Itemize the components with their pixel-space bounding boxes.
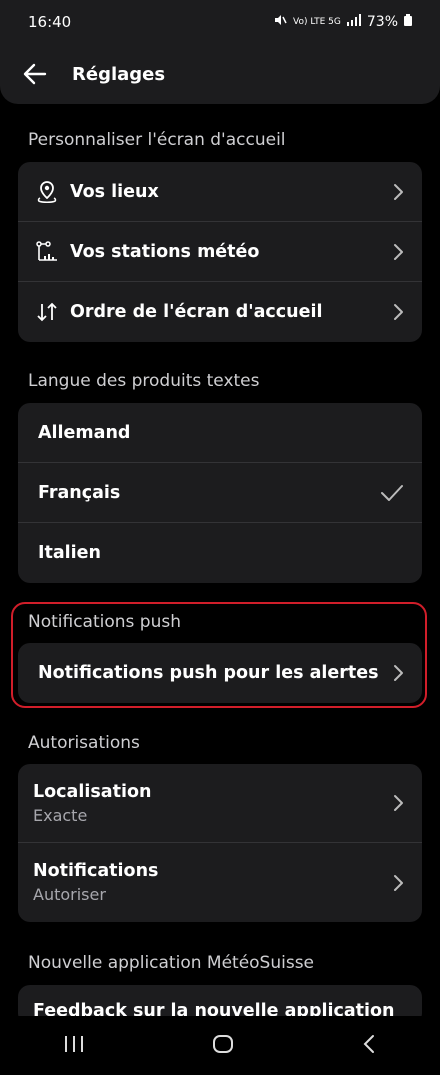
home-icon[interactable] — [212, 1033, 234, 1059]
location-pin-icon — [34, 179, 60, 205]
checkmark-icon — [381, 484, 403, 501]
network-text: Vo) LTE 5G — [293, 17, 341, 27]
row-label: Ordre de l'écran d'accueil — [70, 302, 323, 322]
chevron-right-icon — [394, 304, 403, 320]
row-label: Localisation — [33, 781, 152, 802]
section-title-push: Notifications push — [28, 612, 181, 632]
battery-icon — [404, 14, 412, 30]
recent-apps-icon[interactable] — [63, 1034, 85, 1058]
status-bar: 16:40 Vo) LTE 5G 73% — [0, 0, 440, 44]
row-label: Notifications — [33, 861, 159, 881]
status-time: 16:40 — [28, 13, 72, 31]
row-value: Autoriser — [33, 885, 106, 904]
page-title: Réglages — [72, 63, 166, 85]
battery-text: 73% — [366, 14, 398, 30]
row-push-alertes[interactable]: Notifications push pour les alertes — [18, 643, 422, 703]
row-value: Exacte — [33, 805, 88, 825]
section-title-authorisations: Autorisations — [28, 733, 140, 753]
chevron-right-icon — [394, 874, 403, 891]
row-label: Italien — [38, 543, 102, 563]
chevron-right-icon — [394, 665, 403, 681]
weather-station-icon — [34, 239, 60, 265]
row-localisation[interactable]: Localisation Exacte — [18, 764, 422, 843]
row-vos-stations[interactable]: Vos stations météo — [18, 222, 422, 282]
chevron-right-icon — [394, 795, 403, 811]
back-nav-icon[interactable] — [361, 1033, 377, 1059]
section-title-language: Langue des produits textes — [28, 371, 260, 391]
row-label: Vos stations météo — [70, 241, 260, 262]
chevron-right-icon — [394, 183, 403, 200]
row-language-allemand[interactable]: Allemand — [18, 403, 422, 463]
status-icons: Vo) LTE 5G 73% — [273, 13, 412, 31]
card-authorisations: Localisation Exacte Notifications Autori… — [18, 764, 422, 922]
app-header: Réglages — [0, 44, 440, 104]
signal-icon — [346, 14, 361, 30]
row-label: Allemand — [38, 422, 131, 443]
card-home: Vos lieux Vos stations météo Ordre de l'… — [18, 162, 422, 342]
row-label: Notifications push pour les alertes — [38, 663, 379, 683]
back-arrow-icon[interactable] — [20, 59, 50, 89]
section-title-home: Personnaliser l'écran d'accueil — [28, 130, 286, 150]
chevron-right-icon — [394, 243, 403, 260]
row-vos-lieux[interactable]: Vos lieux — [18, 162, 422, 222]
card-language: Allemand Français Italien — [18, 403, 422, 583]
row-language-italien[interactable]: Italien — [18, 523, 422, 583]
mute-icon — [273, 13, 287, 31]
card-push: Notifications push pour les alertes — [18, 643, 422, 703]
sort-arrows-icon — [34, 299, 60, 325]
row-notifications[interactable]: Notifications Autoriser — [18, 843, 422, 922]
row-label: Vos lieux — [70, 181, 159, 202]
row-label: Français — [38, 482, 121, 503]
section-title-new-app: Nouvelle application MétéoSuisse — [28, 953, 315, 973]
system-nav-bar — [0, 1016, 440, 1075]
row-ordre-accueil[interactable]: Ordre de l'écran d'accueil — [18, 282, 422, 342]
row-language-francais[interactable]: Français — [18, 463, 422, 523]
